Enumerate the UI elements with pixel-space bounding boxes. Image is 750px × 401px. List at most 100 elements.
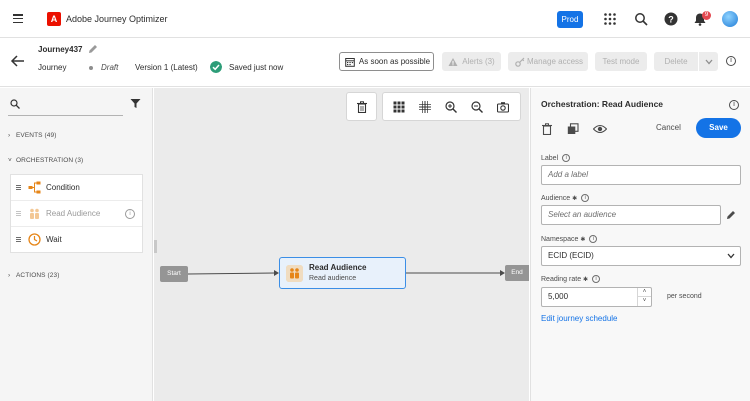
notification-badge: 9 xyxy=(702,11,711,20)
sandbox-button[interactable]: Prod xyxy=(557,11,583,28)
info-icon[interactable]: i xyxy=(562,154,571,162)
audience-select[interactable]: Select an audience xyxy=(541,205,721,225)
flow-connectors xyxy=(187,270,505,276)
zoom-in-icon[interactable] xyxy=(445,101,457,113)
canvas-toolbar xyxy=(382,92,521,121)
info-icon[interactable]: i xyxy=(581,194,590,202)
namespace-field-label: Namespace ✱ i xyxy=(541,235,598,243)
info-icon[interactable]: i xyxy=(726,56,736,66)
info-icon[interactable]: i xyxy=(589,235,598,243)
apps-grid-icon[interactable] xyxy=(603,12,617,26)
chevron-down-icon xyxy=(727,253,735,259)
chevron-down-icon: ˅ xyxy=(8,157,12,164)
eye-icon[interactable] xyxy=(593,123,607,135)
properties-panel: Orchestration: Read Audience i Cancel Sa… xyxy=(530,88,750,401)
list-item-wait[interactable]: Wait xyxy=(11,227,142,253)
chevron-up-icon[interactable]: ˄ xyxy=(638,288,651,297)
drag-handle-icon[interactable] xyxy=(16,185,21,190)
chevron-down-icon xyxy=(705,59,713,65)
journey-name: Journey437 xyxy=(38,45,83,54)
test-mode-button[interactable]: Test mode xyxy=(595,52,647,71)
search-icon xyxy=(10,99,20,109)
list-item-read-audience[interactable]: Read Audience i xyxy=(11,201,142,227)
filter-icon[interactable] xyxy=(130,98,141,109)
check-circle-icon xyxy=(210,61,222,73)
trash-icon[interactable] xyxy=(541,123,553,135)
saved-status: Saved just now xyxy=(229,63,284,72)
trash-icon[interactable] xyxy=(356,101,368,113)
read-audience-node[interactable]: Read Audience Read audience xyxy=(279,257,406,289)
more-actions-button[interactable] xyxy=(699,52,718,71)
info-icon[interactable]: i xyxy=(125,209,135,219)
journey-type-label: Journey xyxy=(38,63,67,72)
node-subtitle: Read audience xyxy=(309,275,357,282)
manage-access-label: Manage access xyxy=(526,57,584,66)
start-node: Start xyxy=(160,266,188,282)
chevron-right-icon: › xyxy=(8,132,11,139)
read-audience-icon xyxy=(30,208,39,219)
edit-pencil-icon[interactable] xyxy=(88,44,98,54)
panel-title: Orchestration: Read Audience xyxy=(541,99,664,109)
adobe-logo: A xyxy=(47,12,61,26)
reading-rate-stepper[interactable]: 5,000 ˄ ˅ xyxy=(541,287,652,307)
info-icon[interactable]: i xyxy=(729,100,739,110)
menu-icon[interactable] xyxy=(13,14,23,24)
category-actions[interactable]: › ACTIONS (23) xyxy=(8,272,59,279)
chevron-right-icon: › xyxy=(8,272,11,279)
zoom-out-icon[interactable] xyxy=(471,101,483,113)
clock-icon xyxy=(28,233,41,246)
grid-view-icon[interactable] xyxy=(393,101,405,113)
reading-rate-unit: per second xyxy=(667,293,702,300)
condition-icon xyxy=(28,181,41,194)
label-input[interactable]: Add a label xyxy=(541,165,741,185)
fit-to-screen-icon[interactable] xyxy=(419,101,431,113)
calendar-icon xyxy=(345,58,355,67)
key-icon xyxy=(515,57,525,67)
journey-canvas[interactable]: Start Read Audience Read audience End xyxy=(154,88,529,401)
help-icon[interactable]: ? xyxy=(664,12,678,26)
save-button[interactable]: Save xyxy=(696,118,741,138)
schedule-label: As soon as possible xyxy=(358,57,431,66)
status-text: Draft xyxy=(101,63,119,72)
cancel-button[interactable]: Cancel xyxy=(656,123,681,132)
stepper-controls: ˄ ˅ xyxy=(637,288,651,306)
orchestration-list: Condition Read Audience i Wait xyxy=(10,174,143,253)
back-arrow-icon[interactable] xyxy=(10,53,26,69)
delete-button[interactable]: Delete xyxy=(654,52,698,71)
list-item-label: Wait xyxy=(46,235,62,244)
canvas-toolbar-delete xyxy=(346,92,377,121)
warning-icon xyxy=(448,58,458,66)
search-input[interactable] xyxy=(8,96,123,116)
search-icon[interactable] xyxy=(634,12,648,26)
label-field-label: Label i xyxy=(541,154,571,162)
duplicate-icon[interactable] xyxy=(567,123,579,135)
read-audience-icon xyxy=(286,265,303,282)
schedule-button[interactable]: As soon as possible xyxy=(339,52,434,71)
camera-icon[interactable] xyxy=(497,101,509,113)
list-item-condition[interactable]: Condition xyxy=(11,175,142,201)
panel-resize-handle[interactable] xyxy=(154,240,157,253)
node-title: Read Audience xyxy=(309,263,367,272)
activities-panel: › EVENTS (49) ˅ ORCHESTRATION (3) Conditio… xyxy=(0,88,153,401)
alerts-button[interactable]: Alerts (3) xyxy=(442,52,501,71)
svg-text:?: ? xyxy=(668,15,674,25)
edit-journey-schedule-link[interactable]: Edit journey schedule xyxy=(541,314,618,323)
drag-handle-icon[interactable] xyxy=(16,211,21,216)
top-bar: A Adobe Journey Optimizer Prod ? 9 xyxy=(0,0,750,38)
category-orchestration[interactable]: ˅ ORCHESTRATION (3) xyxy=(8,157,83,164)
chevron-down-icon[interactable]: ˅ xyxy=(638,297,651,306)
avatar[interactable] xyxy=(722,11,738,27)
list-item-label: Read Audience xyxy=(46,209,101,218)
alerts-label: Alerts (3) xyxy=(462,57,495,66)
category-events[interactable]: › EVENTS (49) xyxy=(8,132,56,139)
version-label: Version 1 (Latest) xyxy=(135,63,198,72)
drag-handle-icon[interactable] xyxy=(16,237,21,242)
app-title: Adobe Journey Optimizer xyxy=(66,14,168,24)
manage-access-button[interactable]: Manage access xyxy=(508,52,588,71)
audience-field-label: Audience ✱ i xyxy=(541,194,590,202)
end-node: End xyxy=(505,265,529,281)
namespace-dropdown[interactable]: ECID (ECID) xyxy=(541,246,741,266)
list-item-label: Condition xyxy=(46,183,80,192)
info-icon[interactable]: i xyxy=(592,275,601,283)
edit-pencil-icon[interactable] xyxy=(726,210,736,220)
